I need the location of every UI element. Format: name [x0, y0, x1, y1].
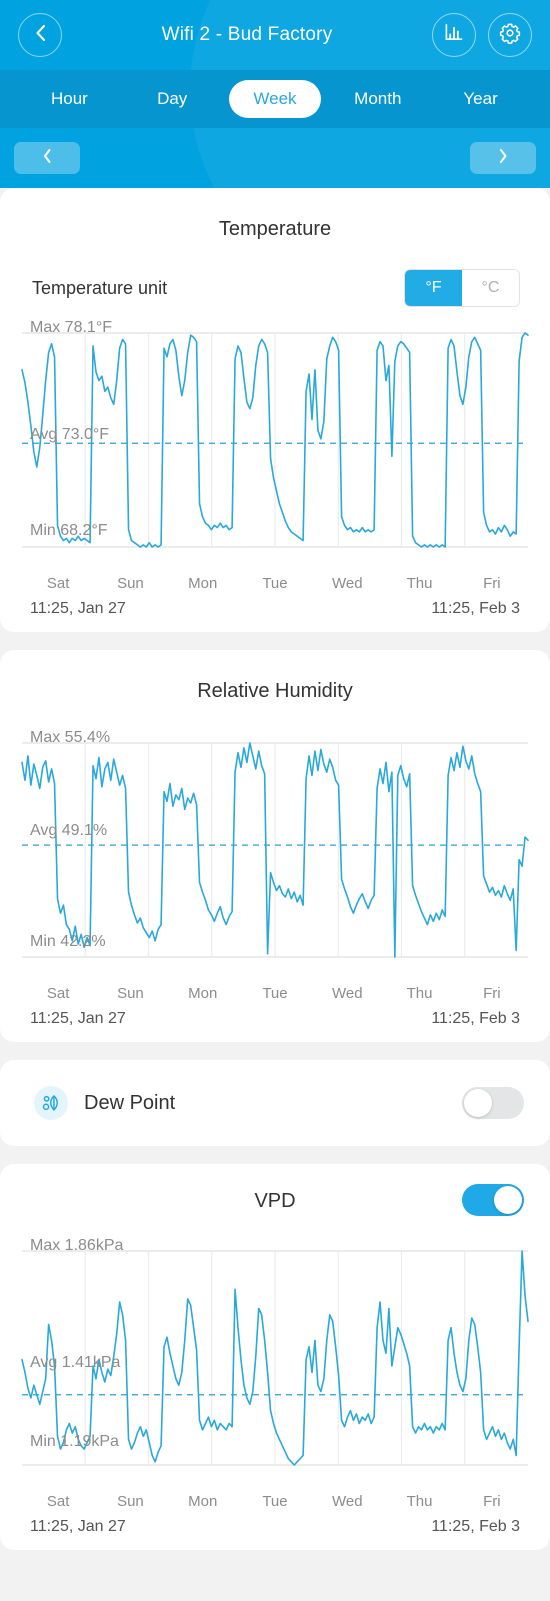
app-root: Wifi 2 - Bud Factory Hour Day Week Month…: [0, 0, 550, 1601]
tab-week[interactable]: Week: [228, 80, 321, 118]
temperature-chart: Max 78.1°F Avg 73.0°F Min 68.2°F Sat Sun…: [0, 319, 550, 618]
dew-point-toggle[interactable]: [462, 1087, 524, 1119]
section-gap: [0, 632, 550, 650]
xtick-mon: Mon: [188, 985, 218, 1002]
dew-point-row[interactable]: Dew Point: [0, 1060, 550, 1146]
temperature-unit-row: Temperature unit °F °C: [0, 241, 550, 307]
header-actions: [432, 13, 532, 57]
bar-chart-icon: [444, 22, 465, 48]
temperature-start-time: 11:25, Jan 27: [30, 600, 126, 617]
temperature-unit-label: Temperature unit: [32, 277, 168, 298]
settings-button[interactable]: [488, 13, 532, 57]
xtick-sun: Sun: [117, 1493, 144, 1510]
vpd-xaxis: Sat Sun Mon Tue Wed Thu Fri: [0, 1487, 550, 1510]
vpd-header: VPD: [0, 1164, 550, 1216]
xtick-sun: Sun: [117, 985, 144, 1002]
tab-day[interactable]: Day: [121, 80, 224, 118]
dew-point-label: Dew Point: [84, 1091, 176, 1114]
xtick-mon: Mon: [188, 1493, 218, 1510]
vpd-start-time: 11:25, Jan 27: [30, 1518, 126, 1535]
chart-view-button[interactable]: [432, 13, 476, 57]
toggle-knob: [464, 1089, 492, 1117]
xtick-thu: Thu: [406, 985, 433, 1002]
xtick-thu: Thu: [406, 575, 433, 592]
xtick-tue: Tue: [262, 985, 288, 1002]
unit-option-celsius[interactable]: °C: [462, 270, 519, 306]
vpd-end-time: 11:25, Feb 3: [431, 1518, 520, 1535]
dew-drop-leaf-icon: [34, 1086, 68, 1120]
temperature-range-row: 11:25, Jan 27 11:25, Feb 3: [0, 592, 550, 618]
xtick-mon: Mon: [188, 575, 218, 592]
humidity-xaxis: Sat Sun Mon Tue Wed Thu Fri: [0, 979, 550, 1002]
page-title: Wifi 2 - Bud Factory: [161, 24, 333, 45]
temperature-xaxis: Sat Sun Mon Tue Wed Thu Fri: [0, 569, 550, 592]
xtick-fri: Fri: [483, 985, 501, 1002]
period-tab-bar: Hour Day Week Month Year: [0, 70, 550, 128]
vpd-toggle[interactable]: [462, 1184, 524, 1216]
humidity-chart: Max 55.4% Avg 49.1% Min 42.2% Sat Sun Mo…: [0, 729, 550, 1028]
humidity-title: Relative Humidity: [197, 680, 353, 702]
humidity-end-time: 11:25, Feb 3: [431, 1010, 520, 1027]
xtick-tue: Tue: [262, 575, 288, 592]
vpd-range-row: 11:25, Jan 27 11:25, Feb 3: [0, 1510, 550, 1536]
xtick-sat: Sat: [46, 985, 70, 1002]
temperature-end-time: 11:25, Feb 3: [431, 600, 520, 617]
tab-hour[interactable]: Hour: [18, 80, 121, 118]
temperature-card: Temperature Temperature unit °F °C Max 7…: [0, 188, 550, 632]
xtick-fri: Fri: [483, 575, 501, 592]
xtick-sun: Sun: [117, 575, 144, 592]
toggle-knob: [494, 1186, 522, 1214]
tab-year[interactable]: Year: [429, 80, 532, 118]
xtick-wed: Wed: [331, 1493, 363, 1510]
back-button[interactable]: [18, 13, 62, 57]
dew-point-card[interactable]: Dew Point: [0, 1060, 550, 1146]
app-header: Wifi 2 - Bud Factory Hour Day Week Month…: [0, 0, 550, 188]
title-bar: Wifi 2 - Bud Factory: [0, 0, 550, 70]
next-period-button[interactable]: [470, 142, 536, 174]
range-pager: [0, 128, 550, 188]
xtick-thu: Thu: [406, 1493, 433, 1510]
humidity-start-time: 11:25, Jan 27: [30, 1010, 126, 1027]
xtick-sat: Sat: [46, 1493, 70, 1510]
xtick-wed: Wed: [331, 985, 363, 1002]
chevron-left-icon: [34, 23, 47, 48]
humidity-range-row: 11:25, Jan 27 11:25, Feb 3: [0, 1002, 550, 1028]
vpd-card: VPD Max 1.86kPa Avg 1.41kPa Min 1.19kPa …: [0, 1164, 550, 1550]
humidity-card: Relative Humidity Max 55.4% Avg 49.1% Mi…: [0, 650, 550, 1042]
temperature-unit-toggle[interactable]: °F °C: [404, 269, 520, 307]
xtick-sat: Sat: [46, 575, 70, 592]
xtick-wed: Wed: [331, 575, 363, 592]
vpd-plot: [21, 1250, 529, 1466]
chevron-right-icon: [497, 147, 509, 170]
temperature-title: Temperature: [218, 218, 332, 240]
section-gap: [0, 1042, 550, 1060]
humidity-plot: [21, 742, 529, 958]
vpd-title: VPD: [254, 1190, 296, 1212]
tab-month[interactable]: Month: [326, 80, 429, 118]
previous-period-button[interactable]: [14, 142, 80, 174]
chevron-left-icon: [41, 147, 53, 170]
unit-option-fahrenheit[interactable]: °F: [405, 270, 462, 306]
xtick-tue: Tue: [262, 1493, 288, 1510]
section-gap: [0, 1146, 550, 1164]
gear-icon: [499, 22, 521, 49]
vpd-chart: Max 1.86kPa Avg 1.41kPa Min 1.19kPa Sat …: [0, 1237, 550, 1536]
xtick-fri: Fri: [483, 1493, 501, 1510]
temperature-plot: [21, 332, 529, 548]
